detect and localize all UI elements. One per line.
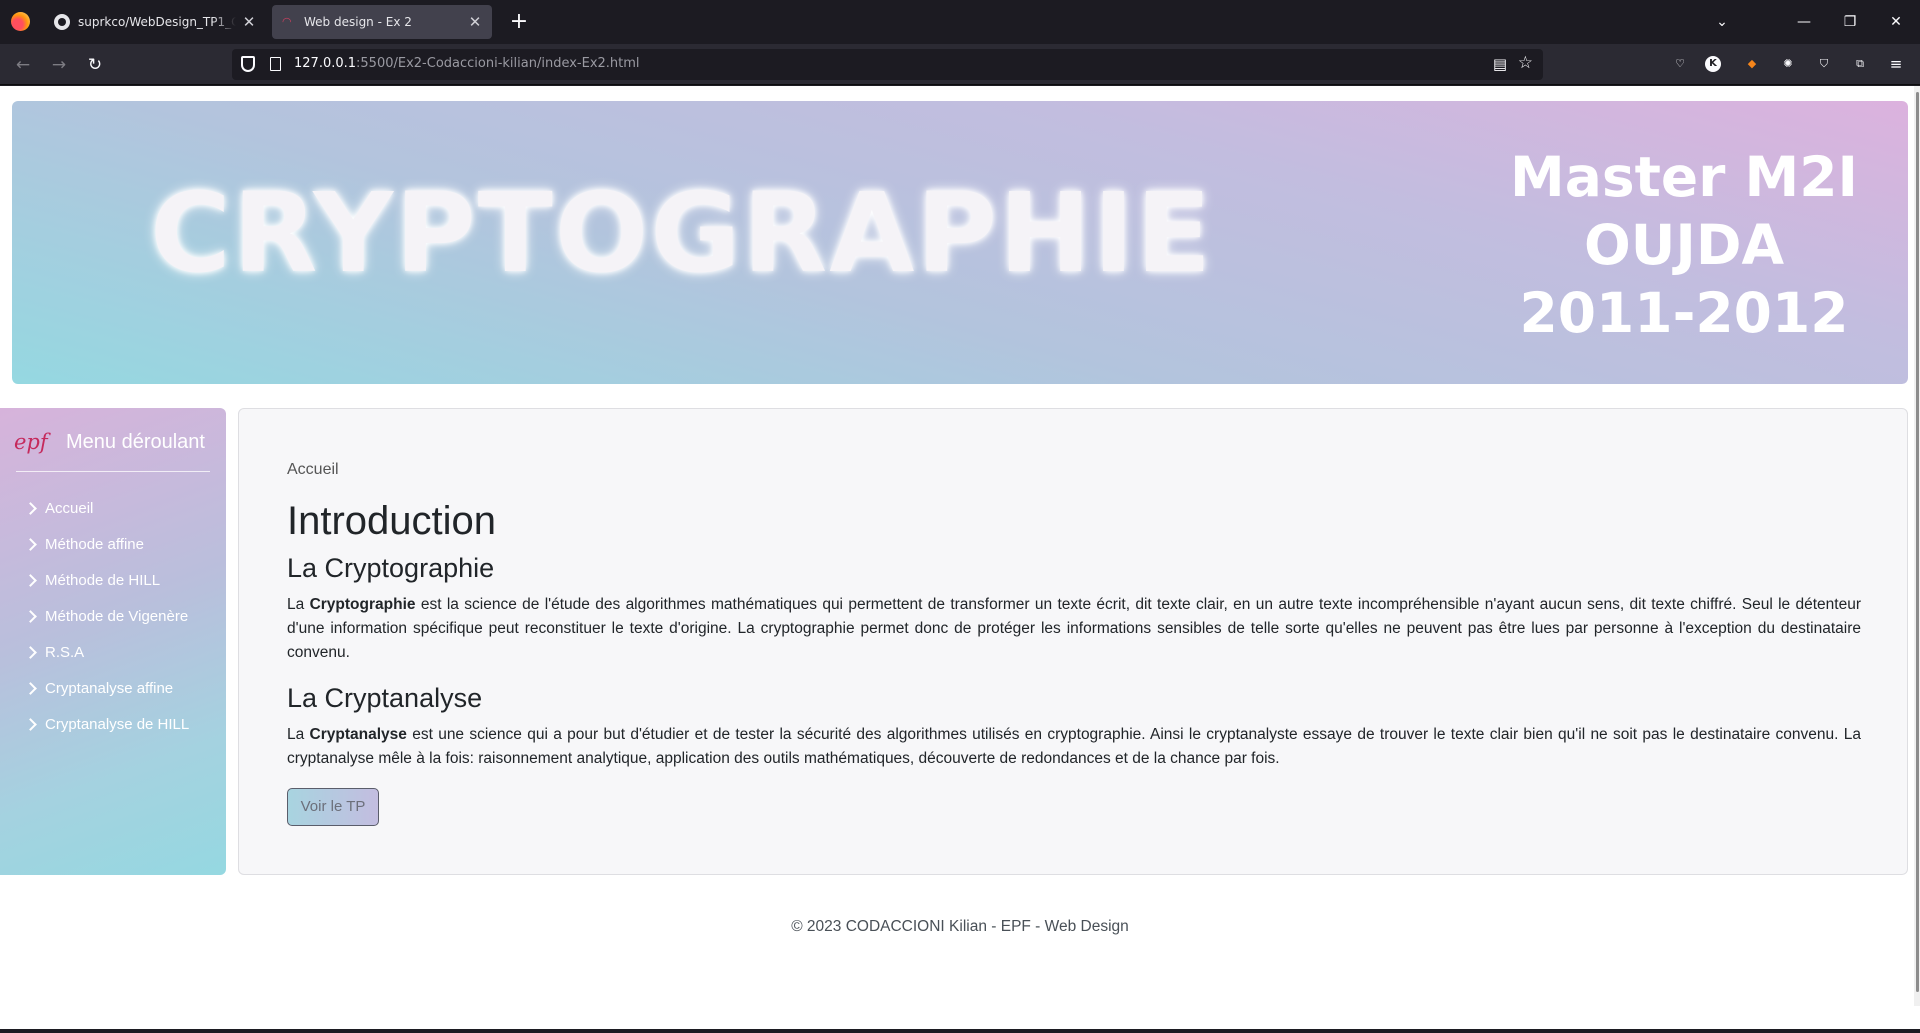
sidebar-item-label: Accueil <box>45 499 94 517</box>
close-icon[interactable]: ✕ <box>242 13 256 31</box>
paragraph-cryptanalyse: La Cryptanalyse est une science qui a po… <box>287 723 1861 771</box>
back-button[interactable]: ← <box>8 50 38 80</box>
chevron-right-icon <box>24 501 37 515</box>
tab-web-design[interactable]: ◠ Web design - Ex 2 ✕ <box>272 5 492 39</box>
reader-view-icon[interactable]: ▤ <box>1493 55 1507 73</box>
bottom-edge <box>0 1029 1920 1033</box>
sidebar-item-label: Méthode de Vigenère <box>45 607 189 625</box>
site-favicon-icon: ◠ <box>282 15 292 28</box>
sidebar-divider <box>16 471 210 472</box>
url-path: :5500/Ex2-Codaccioni-kilian/index-Ex2.ht… <box>356 56 640 71</box>
sidebar-item-methode-affine[interactable]: Méthode affine <box>24 526 189 562</box>
sidebar-item-cryptanalyse-affine[interactable]: Cryptanalyse affine <box>24 670 189 706</box>
logo-text: epf <box>14 430 48 454</box>
banner-sub-line: OUJDA <box>1583 213 1785 277</box>
header-banner: CRYPTOGRAPHIE Master M2I OUJDA 2011-2012 <box>12 101 1908 384</box>
reload-button[interactable]: ↻ <box>80 50 110 80</box>
breadcrumb: Accueil <box>287 461 339 478</box>
paragraph-lead: La <box>287 726 310 743</box>
shield-ext-icon[interactable]: ⛉ <box>1813 53 1835 75</box>
sidebar-item-label: Méthode affine <box>45 535 144 553</box>
sidebar-header: epf Menu déroulant <box>14 422 212 462</box>
sidebar-item-methode-vigenere[interactable]: Méthode de Vigenère <box>24 598 189 634</box>
firefox-icon[interactable] <box>11 12 30 31</box>
address-bar[interactable]: 127.0.0.1:5500/Ex2-Codaccioni-kilian/ind… <box>232 49 1543 80</box>
banner-subtitle: Master M2I OUJDA 2011-2012 <box>1474 143 1894 347</box>
chevron-right-icon <box>24 645 37 659</box>
sidebar-item-label: R.S.A <box>45 643 85 661</box>
forward-button[interactable]: → <box>44 50 74 80</box>
banner-sub-line: Master M2I <box>1510 145 1858 209</box>
list-all-tabs-button[interactable]: ⌄ <box>1706 6 1738 38</box>
sidebar-item-label: Méthode de HILL <box>45 571 161 589</box>
paragraph-bold-term: Cryptographie <box>309 596 416 613</box>
sidebar-item-label: Cryptanalyse de HILL <box>45 715 190 733</box>
menu-list: Accueil Méthode affine Méthode de HILL M… <box>24 490 190 742</box>
paragraph-lead: La <box>287 596 310 613</box>
page-viewport: CRYPTOGRAPHIE Master M2I OUJDA 2011-2012… <box>0 86 1920 1033</box>
vertical-scrollbar[interactable] <box>1914 86 1920 1006</box>
new-tab-button[interactable]: + <box>505 8 533 36</box>
paragraph-text: est la science de l'étude des algorithme… <box>287 596 1861 661</box>
section-title-cryptographie: La Cryptographie <box>287 553 495 583</box>
main-content: Accueil Introduction La Cryptographie La… <box>238 408 1908 875</box>
url-text[interactable]: 127.0.0.1:5500/Ex2-Codaccioni-kilian/ind… <box>294 56 640 71</box>
paragraph-text: est une science qui a pour but d'étudier… <box>287 726 1861 767</box>
window-close-button[interactable]: ✕ <box>1880 6 1912 38</box>
paragraph-bold-term: Cryptanalyse <box>309 726 407 743</box>
chevron-right-icon <box>24 681 37 695</box>
sidebar-item-cryptanalyse-hill[interactable]: Cryptanalyse de HILL <box>24 706 190 742</box>
chevron-right-icon <box>24 537 37 551</box>
metamask-icon[interactable]: ◆ <box>1741 53 1763 75</box>
banner-sub-line: 2011-2012 <box>1519 281 1849 345</box>
section-title-cryptanalyse: La Cryptanalyse <box>287 683 483 713</box>
scrollbar-thumb[interactable] <box>1916 92 1919 992</box>
sidebar-title: Menu déroulant <box>66 430 205 453</box>
menu-icon[interactable]: ≡ <box>1885 53 1907 75</box>
voir-le-tp-button[interactable]: Voir le TP <box>287 788 379 826</box>
chevron-right-icon <box>24 573 37 587</box>
pocket-icon[interactable]: ♡ <box>1669 53 1691 75</box>
footer-text: © 2023 CODACCIONI Kilian - EPF - Web Des… <box>791 918 1129 935</box>
page-title: Introduction <box>287 499 497 543</box>
sidebar-item-rsa[interactable]: R.S.A <box>24 634 189 670</box>
bookmark-star-icon[interactable]: ☆ <box>1518 53 1533 73</box>
minimize-button[interactable]: — <box>1788 6 1820 38</box>
epf-logo[interactable]: epf <box>14 424 58 460</box>
banner-title: CRYPTOGRAPHIE <box>150 169 1214 297</box>
navigation-toolbar: ← → ↻ 127.0.0.1:5500/Ex2-Codaccioni-kili… <box>0 44 1920 85</box>
sidebar-menu: epf Menu déroulant Accueil Méthode affin… <box>0 408 226 875</box>
gear-ext-icon[interactable]: ✺ <box>1777 53 1799 75</box>
tracking-protection-icon[interactable] <box>241 56 255 72</box>
restore-button[interactable]: ❐ <box>1834 6 1866 38</box>
page-info-icon[interactable] <box>270 57 281 71</box>
puzzle-icon[interactable]: ⧉ <box>1849 53 1871 75</box>
tab-bar: suprkco/WebDesign_TP1_CODACCIONI ✕ ◠ Web… <box>0 0 1920 44</box>
paragraph-cryptographie: La Cryptographie est la science de l'étu… <box>287 593 1861 665</box>
sidebar-item-label: Cryptanalyse affine <box>45 679 174 697</box>
url-host: 127.0.0.1 <box>294 56 357 71</box>
github-icon <box>54 14 70 30</box>
tab-title: suprkco/WebDesign_TP1_CODACCIONI <box>78 15 236 29</box>
sidebar-item-accueil[interactable]: Accueil <box>24 490 189 526</box>
k-icon[interactable]: K <box>1705 56 1721 72</box>
close-icon[interactable]: ✕ <box>468 13 482 31</box>
tab-github[interactable]: suprkco/WebDesign_TP1_CODACCIONI ✕ <box>44 5 266 39</box>
chevron-right-icon <box>24 609 37 623</box>
chevron-right-icon <box>24 717 37 731</box>
sidebar-item-methode-hill[interactable]: Méthode de HILL <box>24 562 189 598</box>
tab-title: Web design - Ex 2 <box>304 15 412 29</box>
